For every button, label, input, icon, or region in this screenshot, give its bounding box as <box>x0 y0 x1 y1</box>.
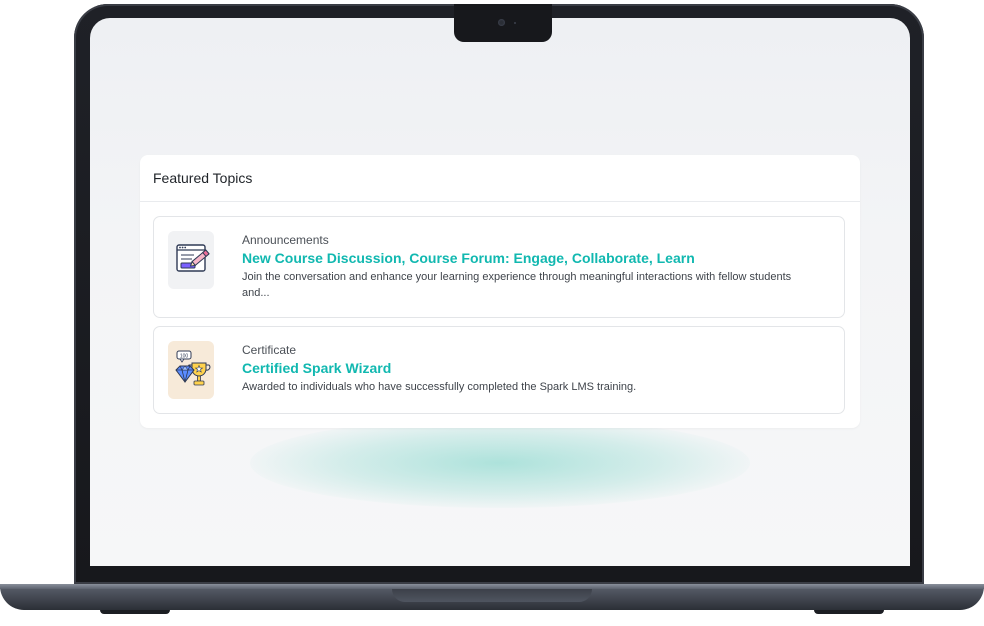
card-header: Featured Topics <box>140 155 860 202</box>
topic-category: Certificate <box>242 343 297 357</box>
announcement-pencil-icon <box>168 231 214 289</box>
trophy-diamond-icon: 100 <box>168 341 214 399</box>
topic-item-certificate[interactable]: 100 Certificate Certified Spark Wizard A… <box>153 326 845 414</box>
camera-indicator <box>514 22 516 24</box>
laptop-foot-left <box>100 610 170 614</box>
camera-icon <box>498 19 505 26</box>
laptop-foot-right <box>814 610 884 614</box>
laptop-hinge-notch <box>392 589 592 602</box>
topic-description: Awarded to individuals who have successf… <box>242 381 637 393</box>
card-title: Featured Topics <box>153 170 253 186</box>
teal-glow <box>250 418 750 508</box>
featured-topics-card: Featured Topics Announcements New Course… <box>140 155 860 428</box>
topic-title-link[interactable]: Certified Spark Wizard <box>242 359 804 377</box>
camera-notch <box>454 4 552 42</box>
topic-description: Join the conversation and enhance your l… <box>242 271 792 299</box>
laptop-mockup: Featured Topics Announcements New Course… <box>0 0 984 626</box>
topic-item-announcements[interactable]: Announcements New Course Discussion, Cou… <box>153 216 845 318</box>
topic-category: Announcements <box>242 233 329 247</box>
topic-title-link[interactable]: New Course Discussion, Course Forum: Eng… <box>242 249 804 267</box>
